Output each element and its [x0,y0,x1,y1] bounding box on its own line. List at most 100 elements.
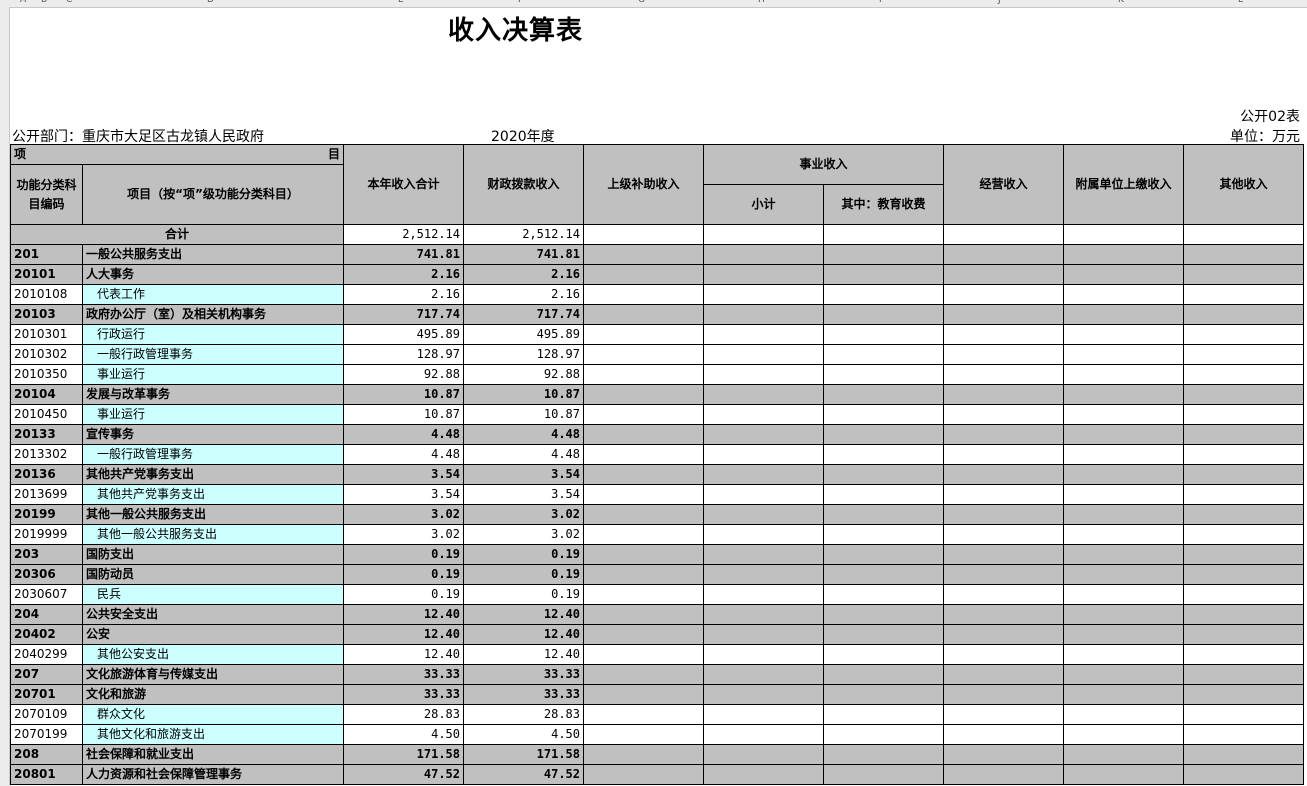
empty-cell[interactable] [1063,284,1184,305]
empty-cell[interactable] [943,584,1064,605]
empty-cell[interactable] [1063,464,1184,485]
empty-cell[interactable] [703,604,824,625]
empty-cell[interactable] [583,504,704,525]
empty-cell[interactable] [703,344,824,365]
empty-cell[interactable] [943,484,1064,505]
empty-cell[interactable] [703,744,824,765]
empty-cell[interactable] [943,444,1064,465]
row-name-cell[interactable]: 国防动员 [82,564,344,585]
empty-cell[interactable] [943,384,1064,405]
empty-cell[interactable] [943,264,1064,285]
row-total-cell[interactable]: 4.50 [343,724,464,745]
empty-cell[interactable] [1063,724,1184,745]
empty-cell[interactable] [583,664,704,685]
column-letter-j[interactable]: J [998,0,1001,5]
row-total-cell[interactable]: 3.54 [343,464,464,485]
empty-cell[interactable] [943,644,1064,665]
empty-cell[interactable] [1183,444,1304,465]
row-code-cell[interactable]: 20701 [10,684,83,705]
row-fiscal-cell[interactable]: 4.48 [463,444,584,465]
empty-cell[interactable] [1183,304,1304,325]
empty-cell[interactable] [583,464,704,485]
empty-cell[interactable] [1063,744,1184,765]
header-business-edu[interactable]: 其中：教育收费 [823,184,944,225]
row-name-cell[interactable]: 人大事务 [82,264,344,285]
row-fiscal-cell[interactable]: 0.19 [463,584,584,605]
row-total-cell[interactable]: 2.16 [343,284,464,305]
empty-cell[interactable] [1183,564,1304,585]
empty-cell[interactable] [823,604,944,625]
row-total-cell[interactable]: 33.33 [343,684,464,705]
row-code-cell[interactable]: 204 [10,604,83,625]
row-total-cell[interactable]: 33.33 [343,664,464,685]
empty-cell[interactable] [703,304,824,325]
row-name-cell[interactable]: 文化旅游体育与传媒支出 [82,664,344,685]
empty-cell[interactable] [1183,524,1304,545]
empty-cell[interactable] [943,524,1064,545]
empty-cell[interactable] [1063,544,1184,565]
empty-cell[interactable] [1063,504,1184,525]
empty-cell[interactable] [1063,704,1184,725]
empty-cell[interactable] [703,224,824,245]
row-fiscal-cell[interactable]: 10.87 [463,404,584,425]
row-code-cell[interactable]: 20136 [10,464,83,485]
empty-cell[interactable] [1183,704,1304,725]
row-fiscal-cell[interactable]: 2.16 [463,284,584,305]
row-fiscal-cell[interactable]: 495.89 [463,324,584,345]
row-name-cell[interactable]: 社会保障和就业支出 [82,744,344,765]
empty-cell[interactable] [823,224,944,245]
empty-cell[interactable] [823,444,944,465]
column-letter-l[interactable]: L [1238,0,1243,5]
empty-cell[interactable] [823,504,944,525]
empty-cell[interactable] [1183,364,1304,385]
empty-cell[interactable] [583,264,704,285]
empty-cell[interactable] [583,584,704,605]
row-name-cell[interactable]: 文化和旅游 [82,684,344,705]
row-name-cell[interactable]: 行政运行 [82,324,344,345]
row-total-cell[interactable]: 3.02 [343,524,464,545]
empty-cell[interactable] [703,424,824,445]
empty-cell[interactable] [823,264,944,285]
row-name-cell[interactable]: 民兵 [82,584,344,605]
row-code-cell[interactable]: 20402 [10,624,83,645]
empty-cell[interactable] [703,664,824,685]
empty-cell[interactable] [703,364,824,385]
row-fiscal-cell[interactable]: 28.83 [463,704,584,725]
empty-cell[interactable] [583,744,704,765]
empty-cell[interactable] [823,244,944,265]
row-code-cell[interactable]: 203 [10,544,83,565]
row-total-cell[interactable]: 12.40 [343,624,464,645]
empty-cell[interactable] [583,444,704,465]
row-fiscal-cell[interactable]: 171.58 [463,744,584,765]
row-code-cell[interactable]: 2070109 [10,704,83,725]
row-fiscal-cell[interactable]: 3.54 [463,464,584,485]
row-name-cell[interactable]: 人力资源和社会保障管理事务 [82,764,344,785]
row-name-cell[interactable]: 其他一般公共服务支出 [82,504,344,525]
header-item-cell[interactable]: 项 目 [10,144,344,165]
row-header-bar[interactable] [0,7,10,786]
empty-cell[interactable] [583,724,704,745]
empty-cell[interactable] [1183,284,1304,305]
empty-cell[interactable] [823,344,944,365]
empty-cell[interactable] [823,724,944,745]
empty-cell[interactable] [1063,484,1184,505]
row-name-cell[interactable]: 其他文化和旅游支出 [82,724,344,745]
empty-cell[interactable] [1183,664,1304,685]
empty-cell[interactable] [703,464,824,485]
empty-cell[interactable] [943,324,1064,345]
row-fiscal-cell[interactable]: 2.16 [463,264,584,285]
empty-cell[interactable] [1183,324,1304,345]
empty-cell[interactable] [1183,484,1304,505]
empty-cell[interactable] [823,764,944,785]
empty-cell[interactable] [583,304,704,325]
row-fiscal-cell[interactable]: 12.40 [463,624,584,645]
row-code-cell[interactable]: 20101 [10,264,83,285]
empty-cell[interactable] [703,324,824,345]
row-total-cell[interactable]: 0.19 [343,564,464,585]
empty-cell[interactable] [943,724,1064,745]
empty-cell[interactable] [943,704,1064,725]
row-total-cell[interactable]: 10.87 [343,404,464,425]
empty-cell[interactable] [823,664,944,685]
row-total-cell[interactable]: 10.87 [343,384,464,405]
row-fiscal-cell[interactable]: 12.40 [463,644,584,665]
